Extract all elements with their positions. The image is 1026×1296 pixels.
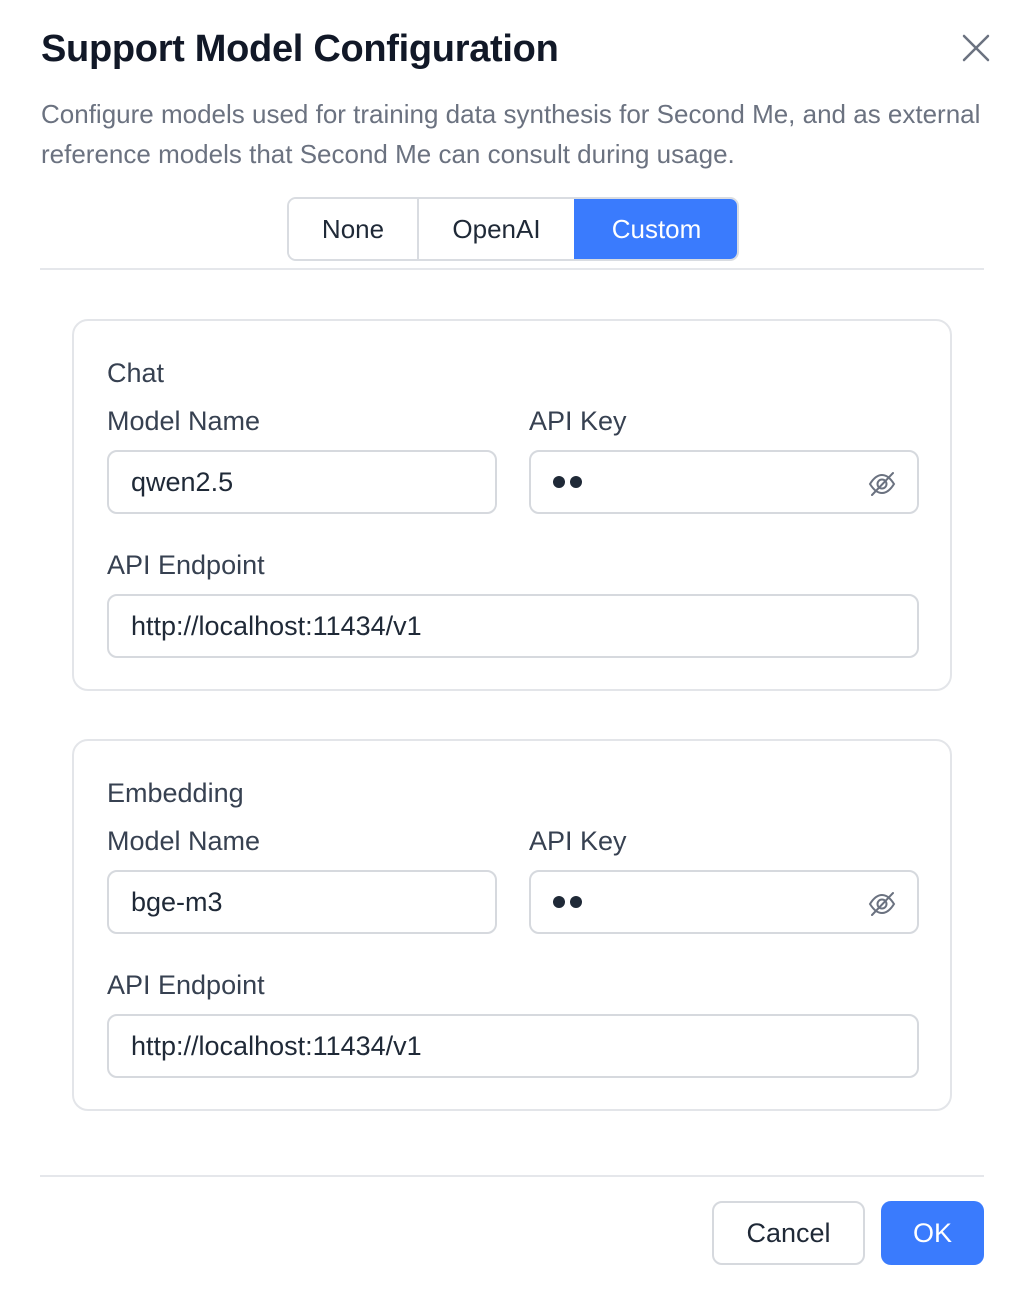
embedding-api-endpoint-label: API Endpoint [107, 970, 265, 1000]
embedding-api-key-input[interactable] [529, 870, 919, 934]
header-divider [40, 268, 984, 270]
chat-model-name-label: Model Name [107, 406, 261, 436]
embedding-section-title: Embedding [107, 778, 244, 808]
chat-api-key-masked-value [553, 476, 582, 488]
dialog-description: Configure models used for training data … [41, 99, 981, 169]
chat-api-key-input[interactable] [529, 450, 919, 514]
close-button[interactable] [958, 30, 994, 66]
close-icon [958, 30, 994, 66]
eye-off-icon[interactable] [867, 889, 897, 919]
embedding-model-card: Embedding Model Name API Key bge-m3 API … [72, 739, 952, 1111]
support-model-configuration-dialog: Support Model Configuration Configure mo… [0, 0, 1026, 1296]
chat-api-key-label: API Key [529, 406, 627, 436]
embedding-model-name-input[interactable]: bge-m3 [107, 870, 497, 934]
provider-option-none[interactable]: None [289, 199, 417, 259]
chat-api-endpoint-label: API Endpoint [107, 550, 265, 580]
chat-model-name-input[interactable]: qwen2.5 [107, 450, 497, 514]
cancel-button[interactable]: Cancel [712, 1201, 865, 1265]
provider-option-custom[interactable]: Custom [574, 199, 737, 259]
dialog-title: Support Model Configuration [41, 28, 559, 70]
chat-api-endpoint-input[interactable]: http://localhost:11434/v1 [107, 594, 919, 658]
eye-off-icon[interactable] [867, 469, 897, 499]
provider-option-openai[interactable]: OpenAI [417, 199, 574, 259]
embedding-api-endpoint-input[interactable]: http://localhost:11434/v1 [107, 1014, 919, 1078]
embedding-api-key-masked-value [553, 896, 582, 908]
chat-model-card: Chat Model Name API Key qwen2.5 API Endp… [72, 319, 952, 691]
ok-button[interactable]: OK [881, 1201, 984, 1265]
embedding-api-key-label: API Key [529, 826, 627, 856]
embedding-model-name-label: Model Name [107, 826, 261, 856]
chat-section-title: Chat [107, 358, 165, 388]
provider-segmented-control: None OpenAI Custom [287, 197, 739, 261]
footer-divider [40, 1175, 984, 1177]
